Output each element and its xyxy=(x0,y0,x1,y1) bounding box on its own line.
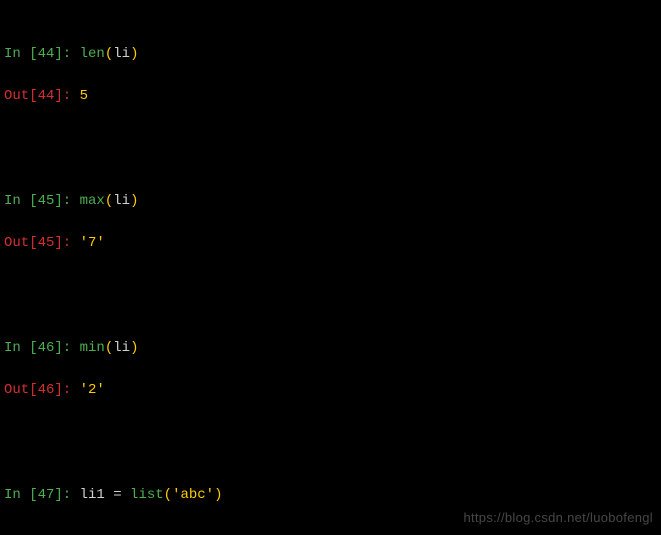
code-str: 'abc' xyxy=(172,487,214,503)
blank-line xyxy=(4,275,657,296)
paren-close: ) xyxy=(214,487,222,503)
code-func: min xyxy=(80,340,105,356)
paren-open: ( xyxy=(105,193,113,209)
out-prompt: Out[44]: xyxy=(4,88,80,104)
code-arg: li xyxy=(113,46,130,62)
code-arg: li xyxy=(113,340,130,356)
cell-47-in: In [47]: li1 = list('abc') xyxy=(4,485,657,506)
cell-46-in: In [46]: min(li) xyxy=(4,338,657,359)
code-assign: li1 = xyxy=(80,487,130,503)
cell-44-out: Out[44]: 5 xyxy=(4,86,657,107)
out-prompt: Out[46]: xyxy=(4,382,80,398)
paren-close: ) xyxy=(130,340,138,356)
out-value: 5 xyxy=(80,88,88,104)
out-prompt: Out[45]: xyxy=(4,235,80,251)
cell-45-out: Out[45]: '7' xyxy=(4,233,657,254)
blank-line xyxy=(4,128,657,149)
out-value: '2' xyxy=(80,382,105,398)
in-prompt: In [47]: xyxy=(4,487,80,503)
cell-44-in: In [44]: len(li) xyxy=(4,44,657,65)
in-prompt: In [46]: xyxy=(4,340,80,356)
terminal-output[interactable]: In [44]: len(li) Out[44]: 5 In [45]: max… xyxy=(0,0,661,535)
paren-open: ( xyxy=(105,340,113,356)
cell-45-in: In [45]: max(li) xyxy=(4,191,657,212)
in-prompt: In [45]: xyxy=(4,193,80,209)
code-func: list xyxy=(130,487,164,503)
code-func: len xyxy=(80,46,105,62)
in-prompt: In [44]: xyxy=(4,46,80,62)
blank-line xyxy=(4,527,657,535)
paren-close: ) xyxy=(130,46,138,62)
cell-46-out: Out[46]: '2' xyxy=(4,380,657,401)
code-arg: li xyxy=(113,193,130,209)
watermark-text: https://blog.csdn.net/luobofengl xyxy=(463,508,653,528)
paren-close: ) xyxy=(130,193,138,209)
out-value: '7' xyxy=(80,235,105,251)
paren-open: ( xyxy=(164,487,172,503)
blank-line xyxy=(4,422,657,443)
code-func: max xyxy=(80,193,105,209)
paren-open: ( xyxy=(105,46,113,62)
